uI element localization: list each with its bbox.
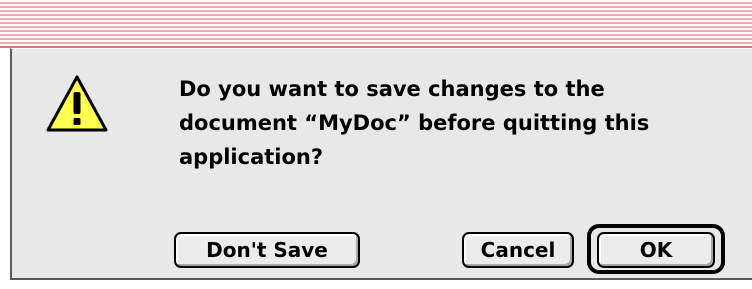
caution-exclamation-dot — [73, 118, 81, 125]
dialog-message: Do you want to save changes to the docum… — [179, 77, 650, 169]
dont-save-button[interactable]: Don't Save — [174, 232, 360, 268]
cancel-button[interactable]: Cancel — [462, 232, 574, 268]
ok-button[interactable]: OK — [597, 232, 715, 268]
caution-exclamation-bar — [73, 92, 81, 114]
save-changes-dialog: Do you want to save changes to the docum… — [0, 0, 752, 289]
caution-icon — [46, 75, 108, 132]
dialog-title-bar[interactable] — [0, 0, 752, 48]
dialog-bottom-edge — [10, 278, 752, 280]
